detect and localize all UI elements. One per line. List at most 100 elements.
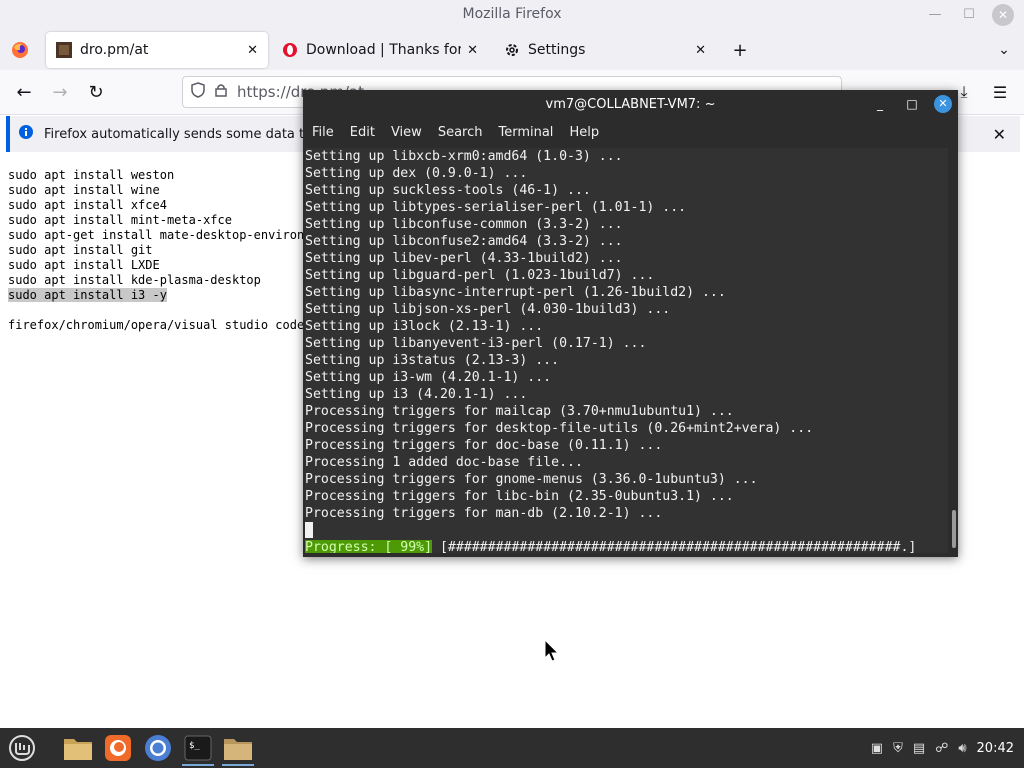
tab-strip: dro.pm/at ✕ Download | Thanks for dow ✕ … — [0, 30, 1024, 70]
system-tray: ▣ ⛨ ▤ ☍ 🔊︎ 20:42 — [871, 728, 1014, 768]
terminal-output[interactable]: Setting up libxcb-xrm0:amd64 (1.0-3) ...… — [305, 148, 948, 553]
lock-icon[interactable] — [215, 83, 227, 101]
page-line: sudo apt install wine — [8, 183, 304, 198]
page-line-text: sudo apt install wine — [8, 183, 160, 197]
page-line: sudo apt install git — [8, 243, 304, 258]
terminal-line: Processing triggers for mailcap (3.70+nm… — [305, 404, 734, 419]
list-tabs-chevron-down-icon[interactable]: ⌄ — [990, 36, 1018, 64]
terminal-menu-search[interactable]: Search — [438, 125, 483, 140]
page-line: sudo apt-get install mate-desktop-enviro… — [8, 228, 304, 243]
close-tab-icon[interactable]: ✕ — [695, 43, 706, 58]
terminal-line: Processing triggers for doc-base (0.11.1… — [305, 438, 663, 453]
clipboard-icon[interactable]: ▤ — [913, 741, 925, 756]
terminal-line: Setting up i3status (2.13-3) ... — [305, 353, 560, 368]
terminal-close-button[interactable]: ✕ — [934, 95, 952, 113]
forward-arrow-icon[interactable]: → — [46, 78, 74, 106]
close-window-button[interactable]: ✕ — [992, 4, 1014, 26]
opera-icon — [282, 42, 298, 58]
terminal-window[interactable]: vm7@COLLABNET-VM7: ~ _ □ ✕ File Edit View S… — [303, 90, 958, 557]
page-line-text: sudo apt install i3 -y — [8, 288, 167, 302]
tab-download[interactable]: Download | Thanks for dow ✕ — [272, 32, 488, 68]
firefox-titlebar: Mozilla Firefox — ☐ ✕ — [0, 0, 1024, 30]
terminal-line: Setting up i3 (4.20.1-1) ... — [305, 387, 528, 402]
taskbar: $_ ▣ ⛨ ▤ ☍ 🔊︎ 20:42 — [0, 728, 1024, 768]
terminal-line: Setting up libguard-perl (1.023-1build7)… — [305, 268, 655, 283]
page-line-text: firefox/chromium/opera/visual studio cod… — [8, 318, 305, 332]
terminal-taskbar-icon[interactable]: $_ — [182, 732, 214, 766]
terminal-cursor-line — [305, 522, 948, 539]
page-line: sudo apt install xfce4 — [8, 198, 304, 213]
terminal-menubar: File Edit View Search Terminal Help — [303, 120, 958, 144]
page-line-text: sudo apt install mint-meta-xfce — [8, 213, 232, 227]
volume-icon[interactable]: 🔊︎ — [958, 741, 966, 756]
new-tab-button[interactable]: + — [726, 36, 754, 64]
menu-icon[interactable]: ☰ — [986, 78, 1014, 106]
close-tab-icon[interactable]: ✕ — [467, 43, 478, 58]
page-line-text: sudo apt-get install mate-desktop-enviro… — [8, 228, 305, 242]
page-content: sudo apt install weston sudo apt install … — [8, 168, 304, 333]
terminal-menu-help[interactable]: Help — [569, 125, 599, 140]
desktop-screen: Mozilla Firefox — ☐ ✕ dro.pm/at ✕ Downlo… — [0, 0, 1024, 768]
firefox-logo-icon — [12, 42, 28, 58]
tab-settings[interactable]: Settings ✕ — [494, 32, 716, 68]
terminal-menu-file[interactable]: File — [312, 125, 334, 140]
page-line-text: sudo apt install kde-plasma-desktop — [8, 273, 261, 287]
tab-title: dro.pm/at — [80, 42, 149, 58]
page-line: sudo apt install kde-plasma-desktop — [8, 273, 304, 288]
terminal-line: Setting up libanyevent-i3-perl (0.17-1) … — [305, 336, 647, 351]
page-line — [8, 303, 304, 318]
network-icon[interactable]: ☍ — [935, 741, 948, 756]
page-line: sudo apt install LXDE — [8, 258, 304, 273]
page-line-text — [8, 303, 15, 317]
page-line-text: sudo apt install weston — [8, 168, 175, 182]
close-notification-icon[interactable]: ✕ — [993, 125, 1006, 144]
close-tab-icon[interactable]: ✕ — [247, 43, 258, 58]
terminal-line: Processing 1 added doc-base file... — [305, 455, 583, 470]
terminal-line: Processing triggers for gnome-menus (3.3… — [305, 472, 758, 487]
terminal-scrollbar[interactable] — [952, 510, 956, 548]
terminal-line: Setting up libtypes-serialiser-perl (1.0… — [305, 200, 687, 215]
tab-title: Settings — [528, 42, 586, 58]
terminal-line: Setting up libasync-interrupt-perl (1.26… — [305, 285, 726, 300]
terminal-line: Processing triggers for man-db (2.10.2-1… — [305, 506, 663, 521]
page-line: firefox/chromium/opera/visual studio cod… — [8, 318, 304, 333]
page-line: sudo apt install mint-meta-xfce — [8, 213, 304, 228]
file-manager-folder-icon[interactable] — [222, 732, 254, 766]
maximize-button[interactable]: ☐ — [958, 4, 980, 26]
progress-label: Progress: [ 99%] — [305, 540, 433, 553]
info-icon — [18, 124, 34, 144]
update-manager-icon[interactable]: ▣ — [871, 741, 883, 756]
tab-dro-pm[interactable]: dro.pm/at ✕ — [46, 32, 268, 68]
tab-title: Download | Thanks for dow — [306, 42, 462, 58]
terminal-line: Processing triggers for desktop-file-uti… — [305, 421, 814, 436]
reload-icon[interactable]: ↻ — [82, 78, 110, 106]
terminal-line: Setting up libconfuse2:amd64 (3.3-2) ... — [305, 234, 623, 249]
terminal-maximize-button[interactable]: □ — [902, 94, 922, 114]
terminal-line: Setting up libxcb-xrm0:amd64 (1.0-3) ... — [305, 149, 623, 164]
terminal-line: Setting up i3-wm (4.20.1-1) ... — [305, 370, 552, 385]
terminal-menu-terminal[interactable]: Terminal — [498, 125, 553, 140]
clock-time[interactable]: 20:42 — [977, 741, 1014, 756]
page-line-text: sudo apt install xfce4 — [8, 198, 167, 212]
page-line-text: sudo apt install git — [8, 243, 153, 257]
notification-text: Firefox automatically sends some data to… — [44, 126, 328, 142]
files-folder-icon[interactable] — [62, 732, 94, 764]
terminal-line: Setting up suckless-tools (46-1) ... — [305, 183, 591, 198]
terminal-minimize-button[interactable]: _ — [870, 94, 890, 114]
terminal-cursor — [305, 522, 313, 538]
firefox-view-button[interactable] — [6, 36, 34, 64]
minimize-button[interactable]: — — [924, 4, 946, 26]
mint-menu-icon[interactable] — [6, 732, 38, 764]
terminal-titlebar[interactable]: vm7@COLLABNET-VM7: ~ _ □ ✕ — [303, 90, 958, 120]
terminal-title: vm7@COLLABNET-VM7: ~ — [545, 97, 716, 112]
mouse-pointer-icon — [544, 638, 560, 667]
back-arrow-icon[interactable]: ← — [10, 78, 38, 106]
firefox-taskbar-icon[interactable] — [102, 732, 134, 764]
page-line: sudo apt install i3 -y — [8, 288, 304, 303]
shield-icon[interactable] — [191, 82, 205, 102]
shield-tray-icon[interactable]: ⛨ — [893, 741, 903, 756]
terminal-menu-edit[interactable]: Edit — [350, 125, 375, 140]
chromium-icon[interactable] — [142, 732, 174, 764]
page-line-text: sudo apt install LXDE — [8, 258, 160, 272]
terminal-menu-view[interactable]: View — [391, 125, 422, 140]
